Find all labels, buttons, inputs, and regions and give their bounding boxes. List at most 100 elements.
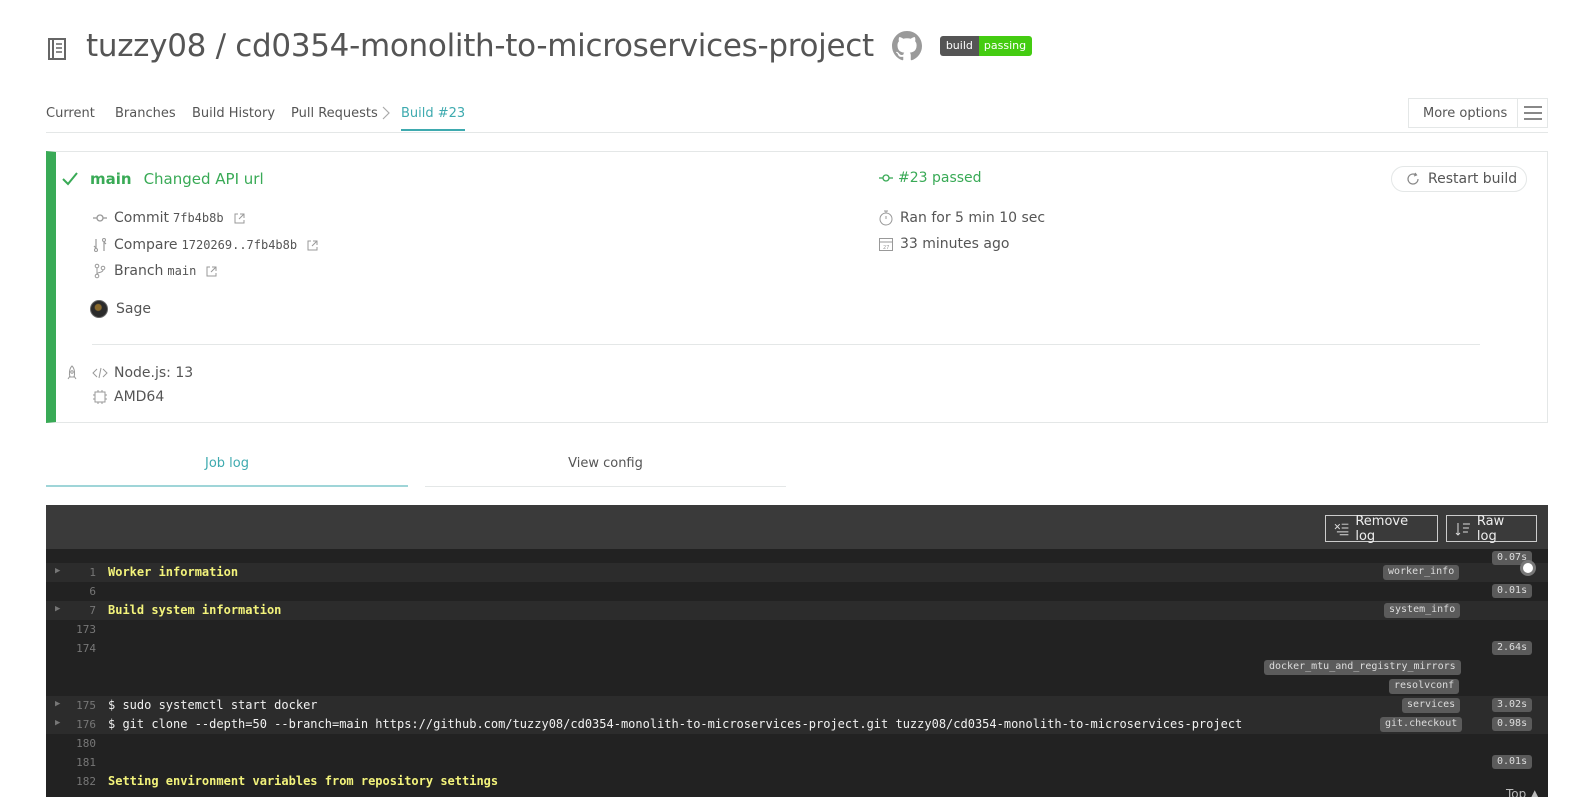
language-row: Node.js: 13 (92, 365, 193, 381)
duration-badge: 2.64s (1492, 641, 1533, 655)
badge-label: build (939, 36, 979, 56)
external-link-icon[interactable] (307, 240, 318, 251)
badge-status: passing (978, 36, 1033, 56)
build-finished: 33 minutes ago (900, 236, 1010, 252)
line-number[interactable]: 175 (60, 699, 96, 712)
line-number[interactable]: 174 (60, 642, 96, 655)
compare-row: Compare 1720269..7fb4b8b (92, 237, 318, 253)
repo-header: tuzzy08 / cd0354-monolith-to-microservic… (46, 26, 1033, 66)
log-text: Setting environment variables from repos… (108, 774, 499, 788)
duration-badge: 0.98s (1492, 717, 1533, 731)
build-status-badge[interactable]: build passing (939, 36, 1033, 56)
branch-name[interactable]: main (167, 264, 196, 278)
commit-message: Changed API url (143, 170, 264, 188)
compare-label: Compare (114, 237, 178, 253)
commit-sha[interactable]: 7fb4b8b (173, 211, 224, 225)
log-line[interactable]: 181 (46, 753, 1548, 772)
chevron-right-icon (382, 106, 390, 120)
finished-row: 27 33 minutes ago (878, 236, 1009, 252)
commit-icon (93, 214, 107, 222)
language-info: Node.js: 13 (114, 365, 194, 381)
scroll-top-label: Top (1506, 787, 1527, 797)
tab-branches[interactable]: Branches (115, 106, 176, 121)
tab-build-history[interactable]: Build History (192, 106, 275, 121)
calendar-icon: 27 (879, 238, 893, 251)
line-number[interactable]: 7 (60, 604, 96, 617)
author-name: Sage (116, 301, 151, 317)
author-row: Sage (90, 300, 151, 318)
external-link-icon[interactable] (206, 266, 217, 277)
avatar (90, 300, 108, 318)
log-line[interactable]: 180 (46, 734, 1548, 753)
log-line[interactable]: ▶ 7 Build system information (46, 601, 1548, 620)
compare-range[interactable]: 1720269..7fb4b8b (182, 238, 298, 252)
hamburger-menu-icon (1517, 98, 1547, 128)
scroll-top-link[interactable]: Top ▲ (1506, 787, 1539, 797)
line-number[interactable]: 181 (60, 756, 96, 769)
build-status[interactable]: #23 passed (898, 170, 982, 186)
card-divider (92, 344, 1480, 345)
fold-tag: system_info (1384, 603, 1461, 618)
log-line[interactable]: ▶ 175 $ sudo systemctl start docker (46, 696, 1548, 715)
raw-log-label: Raw log (1476, 513, 1505, 544)
remove-log-icon (1334, 523, 1349, 535)
line-number[interactable]: 6 (60, 585, 96, 598)
log-line[interactable]: 173 (46, 620, 1548, 639)
fold-tag: docker_mtu_and_registry_mirrors (1264, 660, 1461, 675)
line-number[interactable]: 173 (60, 623, 96, 636)
raw-log-button[interactable]: Raw log (1446, 513, 1537, 544)
line-number[interactable]: 1 (60, 566, 96, 579)
branch-icon (94, 263, 106, 279)
build-status-row: #23 passed (878, 170, 982, 186)
more-options-label: More options (1423, 105, 1508, 121)
external-link-icon[interactable] (234, 213, 245, 224)
commit-row: Commit 7fb4b8b (92, 210, 245, 226)
restart-icon (1407, 172, 1419, 185)
remove-log-label: Remove log (1355, 513, 1409, 544)
log-tabs: Job log View config (46, 456, 786, 488)
scroll-indicator[interactable] (1520, 560, 1536, 576)
log-toolbar: Remove log Raw log (46, 505, 1548, 549)
repo-book-icon (48, 38, 66, 60)
log-text: $ sudo systemctl start docker (108, 698, 318, 712)
line-number[interactable]: 182 (60, 775, 96, 788)
stopwatch-icon (879, 210, 893, 226)
commit-label: Commit (114, 210, 169, 226)
fold-tag: services (1402, 698, 1461, 713)
tab-job-log[interactable]: Job log (46, 456, 408, 487)
duration-row: Ran for 5 min 10 sec (878, 210, 1045, 226)
tab-view-config[interactable]: View config (425, 456, 786, 487)
arch-info: AMD64 (114, 389, 165, 405)
svg-text:27: 27 (883, 245, 889, 251)
log-text: Build system information (108, 603, 282, 617)
restart-build-button[interactable]: Restart build (1391, 166, 1527, 192)
log-text: Worker information (108, 565, 239, 579)
commit-icon (879, 174, 893, 182)
log-line[interactable]: 182 Setting environment variables from r… (46, 772, 1548, 791)
line-number[interactable]: 180 (60, 737, 96, 750)
fold-tag: resolvconf (1389, 679, 1460, 694)
code-icon (92, 367, 108, 379)
tab-job-log-label: Job log (205, 456, 249, 471)
branch-row: Branch main (92, 263, 217, 279)
raw-log-icon (1455, 522, 1470, 536)
github-icon[interactable] (891, 31, 922, 61)
more-options-button[interactable]: More options (1408, 98, 1548, 128)
log-line[interactable]: ▶ 1 Worker information (46, 563, 1548, 582)
remove-log-button[interactable]: Remove log (1325, 513, 1438, 544)
fold-tag: worker_info (1383, 565, 1460, 580)
duration-badge: 0.01s (1492, 755, 1533, 769)
restart-build-label: Restart build (1428, 171, 1518, 187)
tab-build[interactable]: Build #23 (401, 106, 466, 131)
log-line[interactable]: ▶ 176 $ git clone --depth=50 --branch=ma… (46, 715, 1548, 734)
log-line[interactable]: 6 (46, 582, 1548, 601)
repo-title[interactable]: tuzzy08 / cd0354-monolith-to-microservic… (86, 28, 874, 64)
log-line[interactable]: 174 (46, 639, 1548, 658)
line-number[interactable]: 176 (60, 718, 96, 731)
tab-pull-requests[interactable]: Pull Requests (291, 106, 378, 121)
tab-current[interactable]: Current (46, 106, 95, 121)
job-log[interactable]: Remove log Raw log ▶ 1 Worker informatio… (46, 505, 1548, 797)
tab-view-config-label: View config (568, 456, 643, 471)
build-branch[interactable]: main (90, 170, 132, 188)
duration-badge: 3.02s (1492, 698, 1533, 712)
